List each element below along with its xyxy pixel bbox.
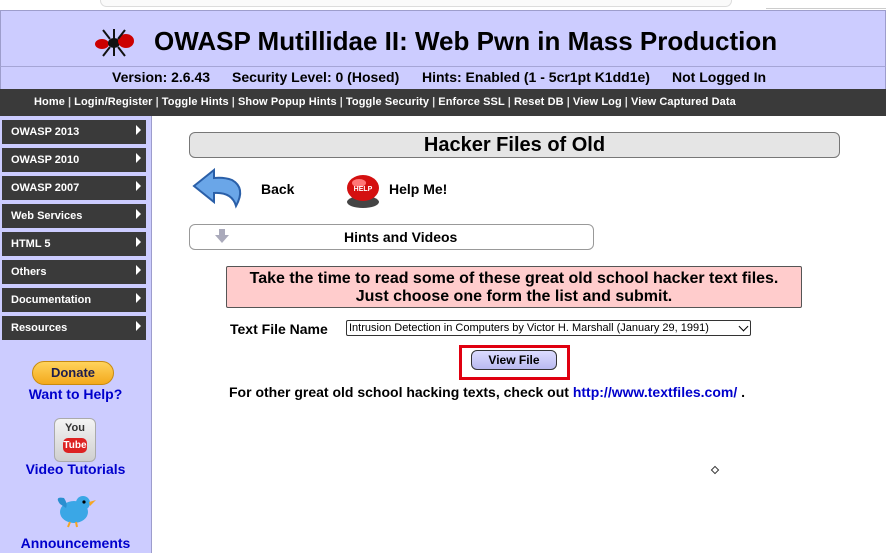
login-status-text: Not Logged In	[672, 69, 767, 85]
chevron-right-icon	[136, 321, 141, 331]
down-arrow-icon	[215, 229, 229, 243]
sidebar-item-label: OWASP 2010	[11, 154, 80, 166]
help-button-icon[interactable]: HELP	[344, 170, 382, 210]
chevron-right-icon	[136, 181, 141, 191]
sidebar-item-owasp-2013[interactable]: OWASP 2013	[2, 120, 146, 144]
nav-show-popup-hints[interactable]: Show Popup Hints	[238, 96, 337, 108]
address-bar-remnant	[100, 0, 732, 7]
nav-separator: |	[566, 96, 570, 108]
nav-separator: |	[67, 96, 72, 108]
nav-separator: |	[155, 96, 159, 108]
sidebar-item-owasp-2007[interactable]: OWASP 2007	[2, 176, 146, 200]
nav-separator: |	[432, 96, 436, 108]
nav-view-captured-data[interactable]: View Captured Data	[631, 96, 736, 108]
video-tutorials-link[interactable]: Video Tutorials	[0, 461, 151, 477]
notice-line-2: Just choose one form the list and submit…	[355, 288, 673, 305]
sidebar: OWASP 2013 OWASP 2010 OWASP 2007 Web Ser…	[0, 116, 152, 553]
sidebar-item-label: Web Services	[11, 210, 83, 222]
nav-separator: |	[624, 96, 628, 108]
chevron-right-icon	[136, 209, 141, 219]
hints-and-videos-toggle[interactable]: Hints and Videos	[189, 224, 594, 250]
chevron-down-icon	[738, 321, 749, 332]
nav-view-log[interactable]: View Log	[573, 96, 622, 108]
chevron-right-icon	[136, 293, 141, 303]
nav-separator: |	[231, 96, 235, 108]
hints-status-text: Hints: Enabled (1 - 5cr1pt K1dd1e)	[422, 69, 650, 85]
back-link[interactable]: Back	[261, 181, 294, 197]
nav-enforce-ssl[interactable]: Enforce SSL	[438, 96, 505, 108]
nav-separator: |	[339, 96, 343, 108]
sidebar-item-label: OWASP 2013	[11, 126, 80, 138]
sidebar-item-web-services[interactable]: Web Services	[2, 204, 146, 228]
announcements-link[interactable]: Announcements	[0, 535, 151, 551]
status-bar: Version: 2.6.43 Security Level: 0 (Hosed…	[0, 66, 886, 90]
nav-toggle-security[interactable]: Toggle Security	[346, 96, 429, 108]
sidebar-item-label: HTML 5	[11, 238, 51, 250]
help-me-link[interactable]: Help Me!	[389, 181, 447, 197]
nav-toggle-hints[interactable]: Toggle Hints	[162, 96, 229, 108]
chevron-right-icon	[136, 153, 141, 163]
svg-text:HELP: HELP	[354, 186, 373, 193]
youtube-tube-text: Tube	[63, 438, 87, 453]
chevron-right-icon	[136, 125, 141, 135]
sidebar-item-html5[interactable]: HTML 5	[2, 232, 146, 256]
cursor-marker	[710, 465, 720, 475]
footer-prefix: For other great old school hacking texts…	[229, 384, 569, 400]
instructions-notice: Take the time to read some of these grea…	[226, 266, 802, 308]
site-title: OWASP Mutillidae II: Web Pwn in Mass Pro…	[154, 26, 778, 56]
view-file-button[interactable]: View File	[471, 350, 557, 370]
youtube-you-text: You	[65, 422, 85, 434]
sidebar-item-others[interactable]: Others	[2, 260, 146, 284]
page-title: Hacker Files of Old	[189, 132, 840, 158]
sidebar-item-label: Others	[11, 266, 47, 278]
nav-home[interactable]: Home	[34, 96, 65, 108]
donate-button[interactable]: Donate	[32, 361, 114, 385]
footer-note: For other great old school hacking texts…	[229, 384, 745, 400]
footer-suffix: .	[741, 384, 746, 400]
nav-login-register[interactable]: Login/Register	[74, 96, 152, 108]
sidebar-item-resources[interactable]: Resources	[2, 316, 146, 340]
youtube-icon[interactable]: You Tube	[54, 418, 96, 462]
sidebar-item-label: Resources	[11, 322, 68, 334]
sidebar-item-label: Documentation	[11, 294, 92, 306]
top-nav: Home | Login/Register | Toggle Hints | Show Po…	[0, 89, 886, 116]
nav-separator: |	[507, 96, 511, 108]
chevron-right-icon	[136, 265, 141, 275]
twitter-bird-icon[interactable]	[52, 492, 96, 528]
hints-and-videos-label: Hints and Videos	[344, 229, 458, 245]
notice-line-1: Take the time to read some of these grea…	[249, 270, 779, 287]
version-text: Version: 2.6.43	[112, 69, 211, 85]
browser-chrome-strip	[0, 0, 886, 10]
sidebar-item-label: OWASP 2007	[11, 182, 80, 194]
nav-reset-db[interactable]: Reset DB	[514, 96, 564, 108]
text-file-name-label: Text File Name	[230, 321, 328, 337]
back-arrow-icon[interactable]	[192, 166, 250, 214]
text-file-select[interactable]: Intrusion Detection in Computers by Vict…	[346, 320, 751, 336]
site-header: OWASP Mutillidae II: Web Pwn in Mass Pro…	[0, 10, 886, 67]
sidebar-item-documentation[interactable]: Documentation	[2, 288, 146, 312]
selected-file-value: Intrusion Detection in Computers by Vict…	[349, 322, 709, 334]
security-level-text: Security Level: 0 (Hosed)	[232, 69, 400, 85]
want-to-help-link[interactable]: Want to Help?	[0, 386, 151, 402]
textfiles-link[interactable]: http://www.textfiles.com/	[573, 384, 737, 400]
ant-logo-icon	[95, 29, 134, 57]
sidebar-item-owasp-2010[interactable]: OWASP 2010	[2, 148, 146, 172]
divider	[766, 8, 886, 9]
chevron-right-icon	[136, 237, 141, 247]
